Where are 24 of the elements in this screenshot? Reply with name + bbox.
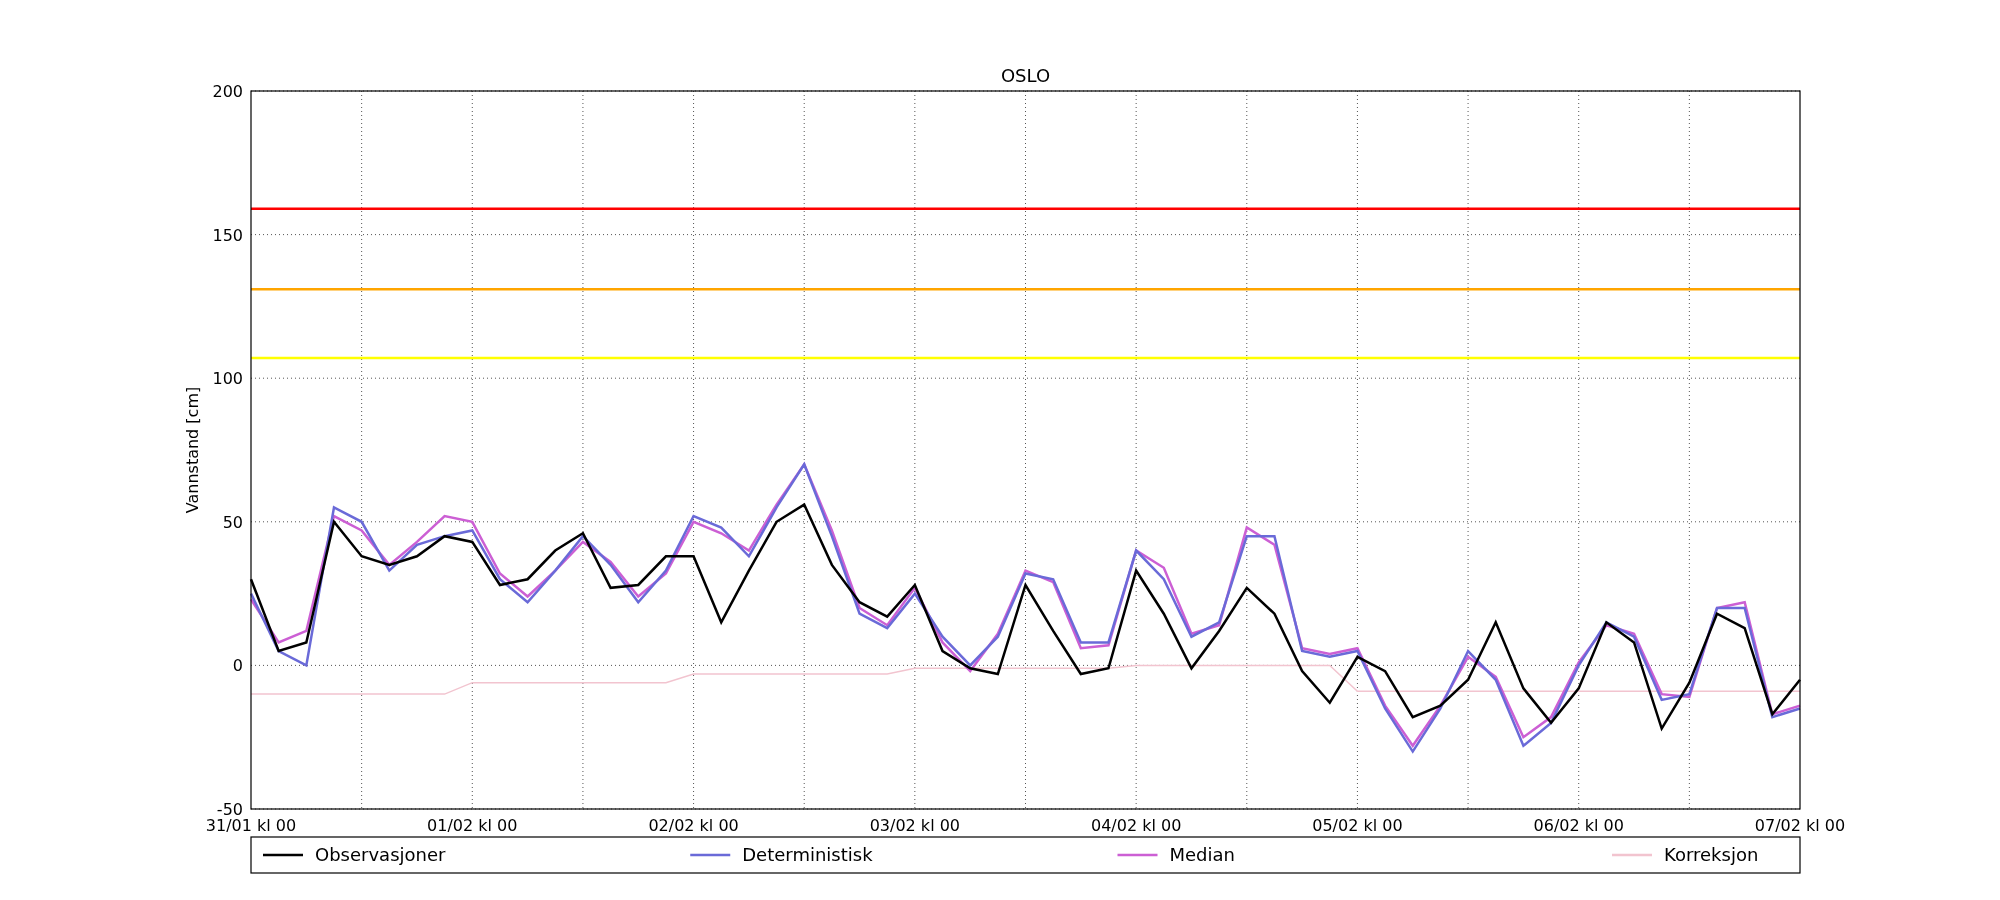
legend-swatch	[690, 853, 731, 857]
y-tick-label: -50	[216, 800, 243, 819]
x-tick-label: 31/01 kl 00	[205, 816, 297, 835]
x-tick-label: 03/02 kl 00	[869, 816, 961, 835]
legend-swatch	[1612, 853, 1652, 857]
y-tick-label: 0	[232, 656, 243, 676]
x-tick-label: 06/02 kl 00	[1533, 816, 1624, 835]
x-tick-label: 01/02 kl 00	[427, 816, 518, 835]
y-tick-label: 100	[212, 369, 243, 389]
y-axis-label: Vannstand [cm]	[183, 386, 202, 514]
legend-swatch	[263, 853, 303, 857]
legend-label: Deterministisk	[742, 844, 873, 865]
y-tick-label: 150	[212, 225, 243, 245]
y-tick-label: 200	[212, 82, 243, 101]
legend-swatch	[1117, 853, 1158, 857]
x-tick-label: 07/02 kl 00	[1754, 816, 1846, 835]
legend-label: Median	[1169, 844, 1235, 865]
legend-label: Observasjoner	[315, 844, 446, 865]
y-tick-label: 50	[222, 512, 243, 532]
legend-label: Korreksjon	[1664, 844, 1759, 865]
x-tick-label: 02/02 kl 00	[648, 816, 739, 835]
x-tick-label: 05/02 kl 00	[1312, 816, 1403, 835]
chart-title: OSLO	[1000, 65, 1051, 86]
x-tick-label: 04/02 kl 00	[1090, 816, 1182, 835]
